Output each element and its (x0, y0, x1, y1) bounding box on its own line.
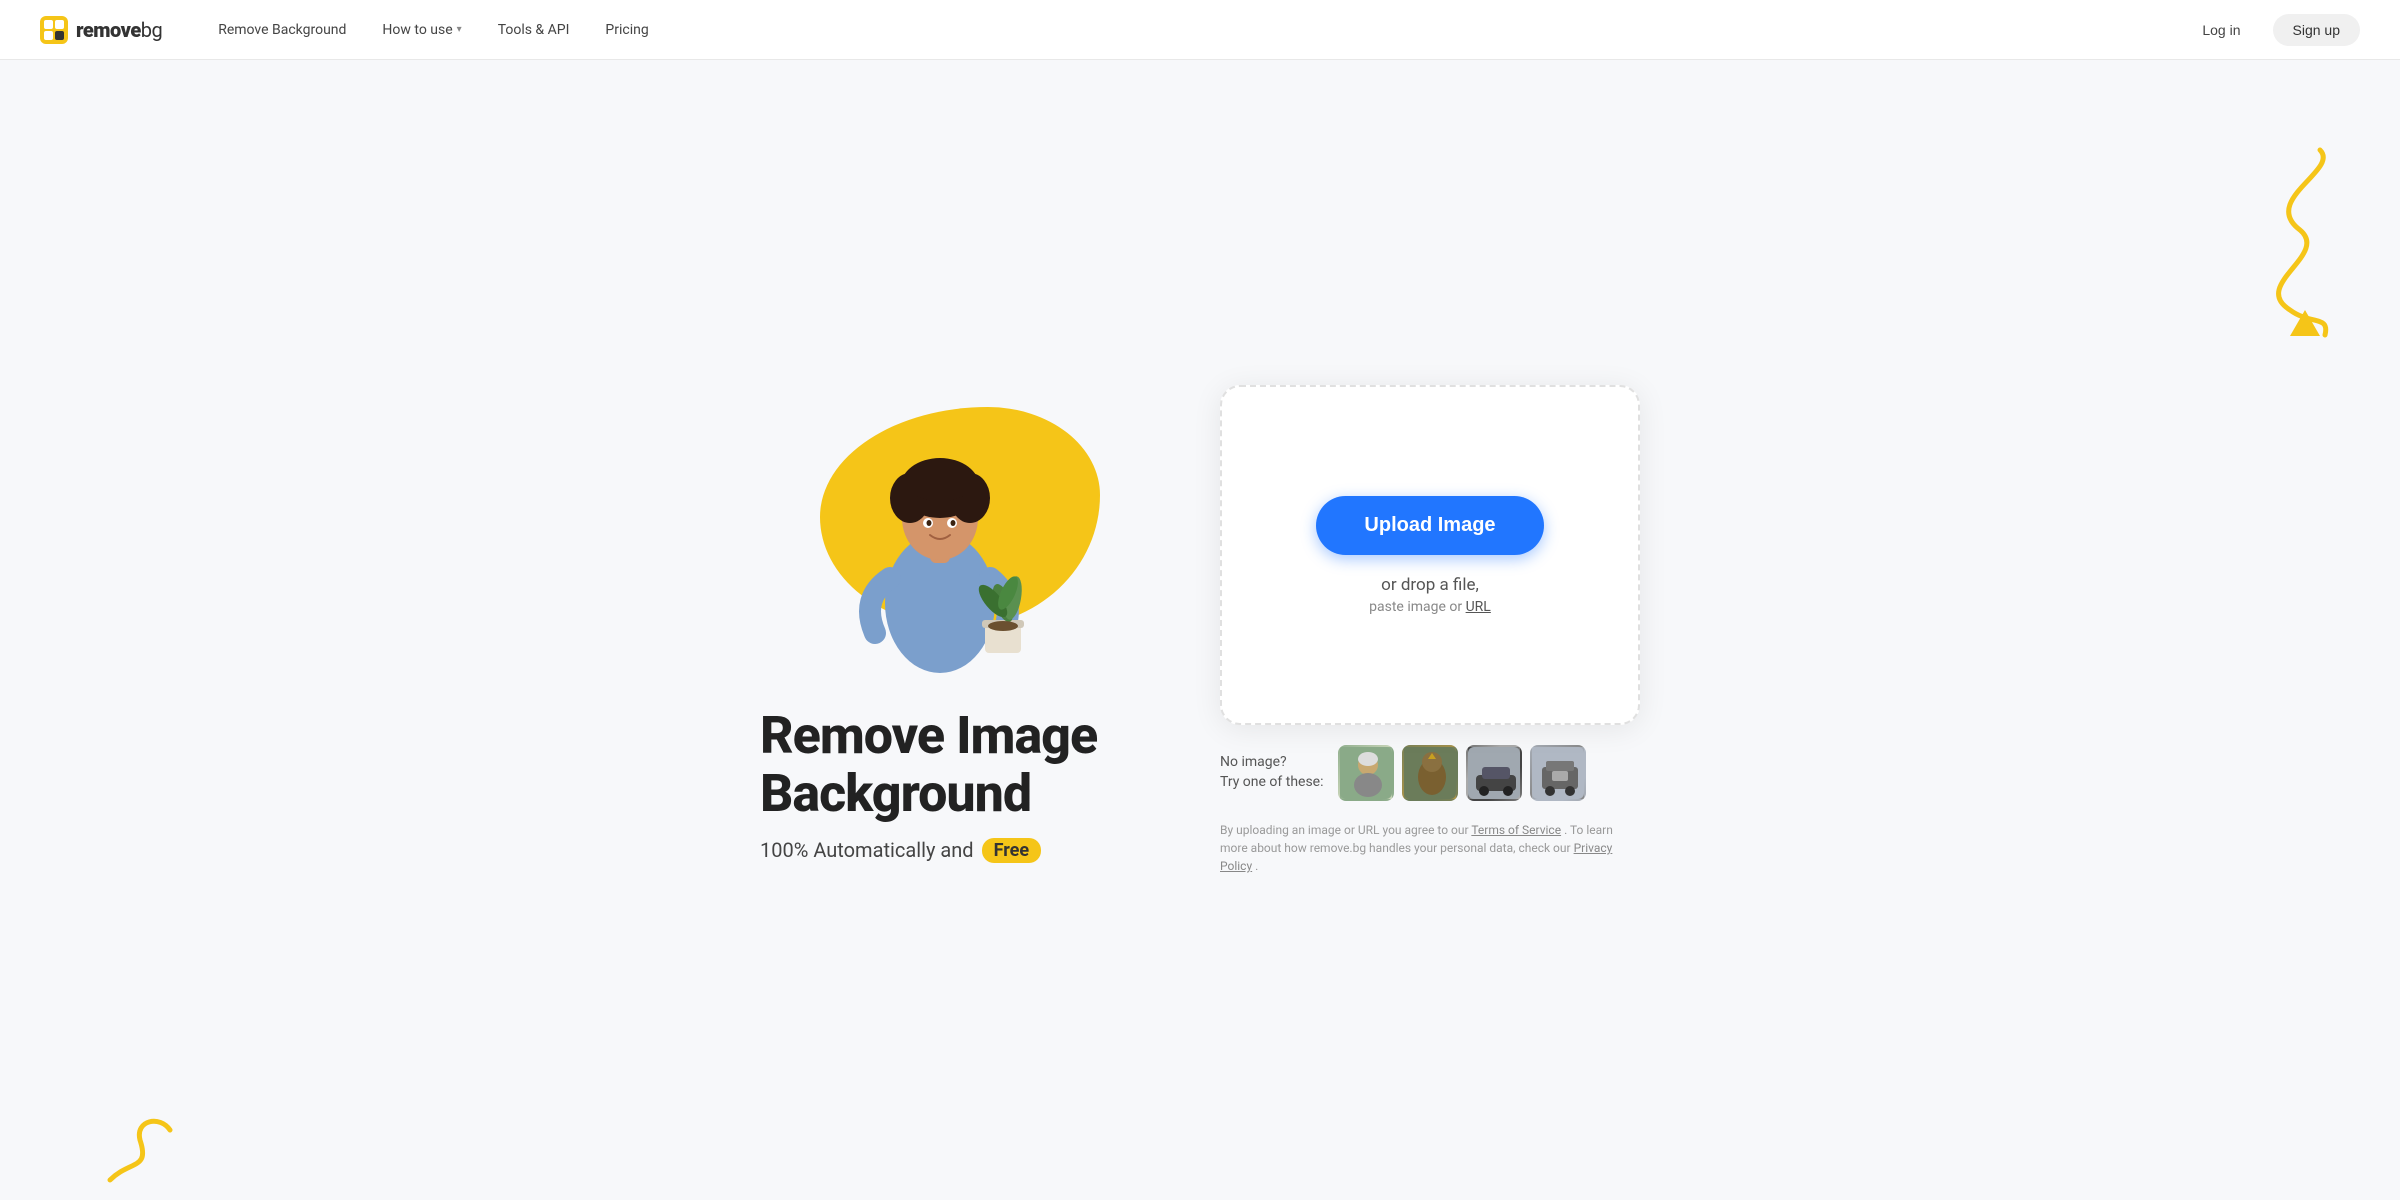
hero-headline: Remove Image Background (760, 707, 1097, 821)
url-link[interactable]: URL (1466, 599, 1491, 615)
try-samples-section: No image? Try one of these: (1220, 745, 1640, 801)
chevron-down-icon: ▾ (457, 24, 462, 35)
try-label: No image? Try one of these: (1220, 753, 1324, 792)
nav-remove-background[interactable]: Remove Background (202, 14, 362, 46)
drop-text: or drop a file, (1381, 575, 1479, 595)
free-badge: Free (982, 838, 1042, 863)
decoration-squiggle-top-right (2240, 140, 2340, 340)
nav-pricing[interactable]: Pricing (589, 14, 664, 46)
legal-text: By uploading an image or URL you agree t… (1220, 821, 1640, 875)
logo-icon (40, 16, 68, 44)
signup-button[interactable]: Sign up (2273, 14, 2360, 46)
sample-thumb-3[interactable] (1466, 745, 1522, 801)
hero-image (760, 397, 1140, 677)
nav-how-to-use[interactable]: How to use ▾ (366, 14, 477, 46)
decoration-squiggle-bottom-left (100, 1110, 180, 1190)
login-button[interactable]: Log in (2182, 14, 2260, 46)
upload-section: Upload Image or drop a file, paste image… (1220, 385, 1640, 875)
nav-tools-api[interactable]: Tools & API (482, 14, 586, 46)
sample-images (1338, 745, 1586, 801)
upload-image-button[interactable]: Upload Image (1316, 496, 1543, 555)
decoration-triangle (2290, 310, 2320, 340)
nav-actions: Log in Sign up (2182, 14, 2360, 46)
person-illustration (830, 413, 1050, 677)
logo-text: removebg (76, 18, 162, 42)
sample-thumb-4[interactable] (1530, 745, 1586, 801)
sample-thumb-1[interactable] (1338, 745, 1394, 801)
logo-link[interactable]: removebg (40, 16, 162, 44)
navbar: removebg Remove Background How to use ▾ … (0, 0, 2400, 60)
main-content: Remove Image Background 100% Automatical… (0, 60, 2400, 1200)
hero-subline: 100% Automatically and Free (760, 838, 1041, 863)
paste-text: paste image or URL (1369, 599, 1491, 615)
upload-dropzone[interactable]: Upload Image or drop a file, paste image… (1220, 385, 1640, 725)
terms-link[interactable]: Terms of Service (1471, 823, 1561, 837)
nav-links: Remove Background How to use ▾ Tools & A… (202, 14, 2182, 46)
hero-section: Remove Image Background 100% Automatical… (760, 397, 1140, 862)
sample-thumb-2[interactable] (1402, 745, 1458, 801)
